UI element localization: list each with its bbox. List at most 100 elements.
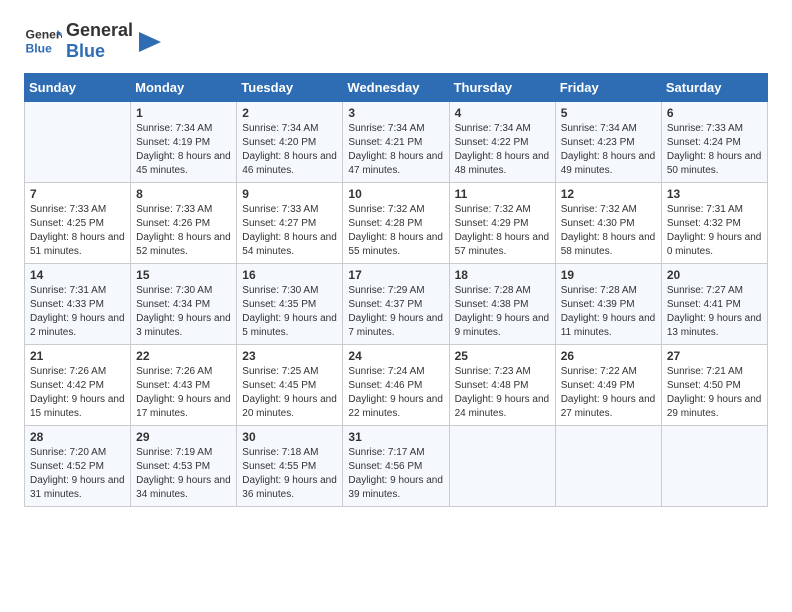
day-cell: 30 Sunrise: 7:18 AMSunset: 4:55 PMDayligh… — [237, 426, 343, 507]
day-cell: 1Sunrise: 7:34 AMSunset: 4:19 PMDaylight… — [131, 102, 237, 183]
day-info: Sunrise: 7:25 AMSunset: 4:45 PMDaylight:… — [242, 365, 337, 421]
week-row-3: 14Sunrise: 7:31 AMSunset: 4:33 PMDayligh… — [25, 264, 768, 345]
day-info: Sunrise: 7:33 AMSunset: 4:27 PMDaylight:… — [242, 203, 337, 259]
day-info: Sunrise: 7:33 AMSunset: 4:25 PMDaylight:… — [30, 203, 125, 259]
day-number: 18 — [455, 268, 550, 282]
day-number: 13 — [667, 187, 762, 201]
day-number: 5 — [561, 106, 656, 120]
day-info: Sunrise: 7:28 AMSunset: 4:38 PMDaylight:… — [455, 284, 550, 340]
day-number: 8 — [136, 187, 231, 201]
day-cell — [555, 426, 661, 507]
svg-text:Blue: Blue — [26, 41, 53, 55]
day-info: Sunrise: 7:18 AMSunset: 4:55 PMDaylight:… — [242, 446, 337, 502]
day-number: 14 — [30, 268, 125, 282]
day-cell: 8 Sunrise: 7:33 AMSunset: 4:26 PMDaylight… — [131, 183, 237, 264]
week-row-5: 28 Sunrise: 7:20 AMSunset: 4:52 PMDayligh… — [25, 426, 768, 507]
day-cell: 16 Sunrise: 7:30 AMSunset: 4:35 PMDayligh… — [237, 264, 343, 345]
col-header-saturday: Saturday — [661, 74, 767, 102]
day-info: Sunrise: 7:26 AMSunset: 4:43 PMDaylight:… — [136, 365, 231, 421]
col-header-thursday: Thursday — [449, 74, 555, 102]
day-number: 4 — [455, 106, 550, 120]
day-info: Sunrise: 7:21 AMSunset: 4:50 PMDaylight:… — [667, 365, 762, 421]
day-info: Sunrise: 7:22 AMSunset: 4:49 PMDaylight:… — [561, 365, 656, 421]
col-header-sunday: Sunday — [25, 74, 131, 102]
day-cell — [661, 426, 767, 507]
day-info: Sunrise: 7:27 AMSunset: 4:41 PMDaylight:… — [667, 284, 762, 340]
day-info: Sunrise: 7:20 AMSunset: 4:52 PMDaylight:… — [30, 446, 125, 502]
day-info: Sunrise: 7:30 AMSunset: 4:35 PMDaylight:… — [242, 284, 337, 340]
logo: General Blue General Blue — [24, 20, 163, 61]
day-number: 3 — [348, 106, 443, 120]
day-number: 15 — [136, 268, 231, 282]
day-info: Sunrise: 7:26 AMSunset: 4:42 PMDaylight:… — [30, 365, 125, 421]
day-number: 26 — [561, 349, 656, 363]
day-info: Sunrise: 7:32 AMSunset: 4:29 PMDaylight:… — [455, 203, 550, 259]
day-number: 2 — [242, 106, 337, 120]
day-cell: 27 Sunrise: 7:21 AMSunset: 4:50 PMDayligh… — [661, 345, 767, 426]
day-number: 20 — [667, 268, 762, 282]
day-number: 29 — [136, 430, 231, 444]
day-cell: 26 Sunrise: 7:22 AMSunset: 4:49 PMDayligh… — [555, 345, 661, 426]
day-cell: 19 Sunrise: 7:28 AMSunset: 4:39 PMDayligh… — [555, 264, 661, 345]
day-number: 28 — [30, 430, 125, 444]
week-row-1: 1Sunrise: 7:34 AMSunset: 4:19 PMDaylight… — [25, 102, 768, 183]
day-info: Sunrise: 7:31 AMSunset: 4:32 PMDaylight:… — [667, 203, 762, 259]
day-number: 19 — [561, 268, 656, 282]
day-info: Sunrise: 7:32 AMSunset: 4:28 PMDaylight:… — [348, 203, 443, 259]
day-info: Sunrise: 7:34 AMSunset: 4:21 PMDaylight:… — [348, 122, 443, 178]
day-info: Sunrise: 7:19 AMSunset: 4:53 PMDaylight:… — [136, 446, 231, 502]
day-cell: 25 Sunrise: 7:23 AMSunset: 4:48 PMDayligh… — [449, 345, 555, 426]
day-info: Sunrise: 7:29 AMSunset: 4:37 PMDaylight:… — [348, 284, 443, 340]
day-cell: 18 Sunrise: 7:28 AMSunset: 4:38 PMDayligh… — [449, 264, 555, 345]
day-info: Sunrise: 7:33 AMSunset: 4:26 PMDaylight:… — [136, 203, 231, 259]
day-number: 9 — [242, 187, 337, 201]
logo-triangle-icon — [135, 26, 163, 58]
day-number: 1 — [136, 106, 231, 120]
calendar-table: SundayMondayTuesdayWednesdayThursdayFrid… — [24, 73, 768, 507]
day-cell — [449, 426, 555, 507]
day-number: 25 — [455, 349, 550, 363]
day-cell: 6Sunrise: 7:33 AMSunset: 4:24 PMDaylight… — [661, 102, 767, 183]
day-cell: 2 Sunrise: 7:34 AMSunset: 4:20 PMDaylight… — [237, 102, 343, 183]
day-cell: 3 Sunrise: 7:34 AMSunset: 4:21 PMDaylight… — [343, 102, 449, 183]
day-info: Sunrise: 7:17 AMSunset: 4:56 PMDaylight:… — [348, 446, 443, 502]
day-number: 12 — [561, 187, 656, 201]
col-header-tuesday: Tuesday — [237, 74, 343, 102]
day-number: 10 — [348, 187, 443, 201]
logo-general: General — [66, 20, 133, 41]
day-number: 7 — [30, 187, 125, 201]
logo-icon: General Blue — [24, 22, 62, 60]
day-number: 22 — [136, 349, 231, 363]
day-info: Sunrise: 7:30 AMSunset: 4:34 PMDaylight:… — [136, 284, 231, 340]
day-info: Sunrise: 7:23 AMSunset: 4:48 PMDaylight:… — [455, 365, 550, 421]
day-number: 16 — [242, 268, 337, 282]
day-number: 17 — [348, 268, 443, 282]
day-cell: 29 Sunrise: 7:19 AMSunset: 4:53 PMDayligh… — [131, 426, 237, 507]
day-cell: 15 Sunrise: 7:30 AMSunset: 4:34 PMDayligh… — [131, 264, 237, 345]
day-cell: 5Sunrise: 7:34 AMSunset: 4:23 PMDaylight… — [555, 102, 661, 183]
day-info: Sunrise: 7:32 AMSunset: 4:30 PMDaylight:… — [561, 203, 656, 259]
day-cell: 23 Sunrise: 7:25 AMSunset: 4:45 PMDayligh… — [237, 345, 343, 426]
day-cell: 22 Sunrise: 7:26 AMSunset: 4:43 PMDayligh… — [131, 345, 237, 426]
day-number: 23 — [242, 349, 337, 363]
day-cell: 14Sunrise: 7:31 AMSunset: 4:33 PMDayligh… — [25, 264, 131, 345]
day-cell: 9 Sunrise: 7:33 AMSunset: 4:27 PMDaylight… — [237, 183, 343, 264]
day-number: 21 — [30, 349, 125, 363]
day-cell: 10 Sunrise: 7:32 AMSunset: 4:28 PMDayligh… — [343, 183, 449, 264]
day-info: Sunrise: 7:28 AMSunset: 4:39 PMDaylight:… — [561, 284, 656, 340]
day-info: Sunrise: 7:24 AMSunset: 4:46 PMDaylight:… — [348, 365, 443, 421]
day-number: 27 — [667, 349, 762, 363]
col-header-friday: Friday — [555, 74, 661, 102]
day-info: Sunrise: 7:34 AMSunset: 4:22 PMDaylight:… — [455, 122, 550, 178]
col-header-monday: Monday — [131, 74, 237, 102]
day-cell: 20 Sunrise: 7:27 AMSunset: 4:41 PMDayligh… — [661, 264, 767, 345]
col-header-wednesday: Wednesday — [343, 74, 449, 102]
day-number: 30 — [242, 430, 337, 444]
day-cell: 12 Sunrise: 7:32 AMSunset: 4:30 PMDayligh… — [555, 183, 661, 264]
day-number: 6 — [667, 106, 762, 120]
week-row-4: 21 Sunrise: 7:26 AMSunset: 4:42 PMDayligh… — [25, 345, 768, 426]
day-cell: 17 Sunrise: 7:29 AMSunset: 4:37 PMDayligh… — [343, 264, 449, 345]
day-info: Sunrise: 7:34 AMSunset: 4:20 PMDaylight:… — [242, 122, 337, 178]
header-row: SundayMondayTuesdayWednesdayThursdayFrid… — [25, 74, 768, 102]
day-cell: 24Sunrise: 7:24 AMSunset: 4:46 PMDayligh… — [343, 345, 449, 426]
